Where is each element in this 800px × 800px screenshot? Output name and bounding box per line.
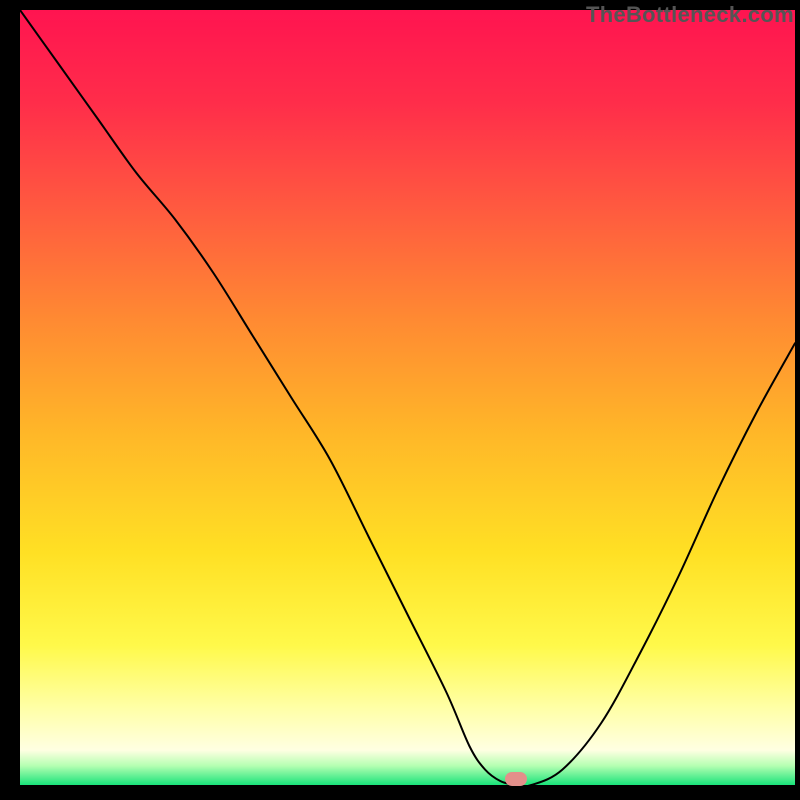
- watermark: TheBottleneck.com: [586, 2, 794, 28]
- optimum-marker: [505, 772, 527, 786]
- gradient-background: [20, 10, 795, 785]
- bottleneck-chart: [20, 10, 795, 785]
- chart-frame: TheBottleneck.com: [0, 0, 800, 800]
